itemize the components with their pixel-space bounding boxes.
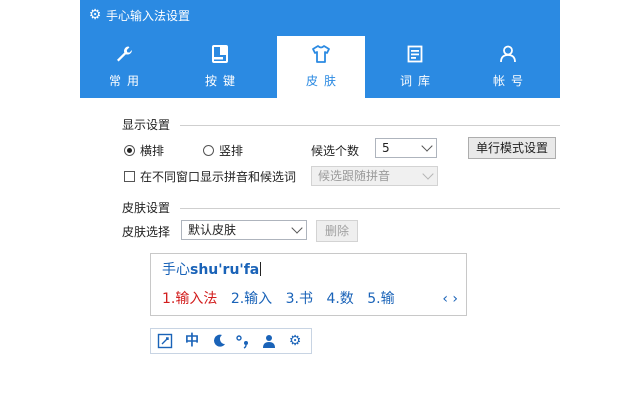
- edit-icon: [157, 333, 173, 349]
- candidate-count-label: 候选个数: [311, 144, 360, 158]
- skin-select[interactable]: 默认皮肤: [181, 220, 307, 240]
- section-divider: [180, 125, 560, 126]
- display-settings-title: 显示设置: [122, 118, 171, 132]
- moon-icon: [214, 334, 225, 347]
- gear-icon: ⚙: [88, 7, 102, 23]
- composition-prefix: 手心: [162, 262, 190, 278]
- single-mode-button[interactable]: 单行模式设置: [468, 137, 556, 159]
- candidate-item: 3.书: [285, 291, 313, 307]
- shirt-icon: [312, 45, 330, 63]
- chevron-down-icon: [422, 168, 434, 180]
- status-bar-preview: 中 ⚙: [150, 328, 312, 354]
- diff-window-label: 在不同窗口显示拼音和候选词: [140, 170, 297, 184]
- candidate-list: 1.输入法 2.输入 3.书 4.数 5.输: [162, 290, 404, 308]
- prev-page-icon: ‹: [442, 291, 448, 307]
- skin-select-label: 皮肤选择: [122, 225, 171, 239]
- skin-select-value: 默认皮肤: [188, 223, 237, 237]
- chevron-down-icon: [421, 140, 433, 152]
- diff-window-checkbox[interactable]: [124, 171, 135, 182]
- horizontal-radio[interactable]: [124, 145, 135, 156]
- window-title: 手心输入法设置: [106, 9, 191, 23]
- text-caret: [260, 262, 262, 276]
- tab-label: 常用: [108, 74, 145, 88]
- tab-common[interactable]: 常用: [80, 36, 168, 98]
- tab-dictionary[interactable]: 词库: [371, 36, 459, 98]
- delete-skin-button[interactable]: 删除: [316, 220, 358, 242]
- tab-bar: 常用 按键 皮肤 词库 帐号: [80, 32, 560, 98]
- vertical-radio[interactable]: [203, 145, 214, 156]
- horizontal-label: 横排: [140, 144, 165, 158]
- composition-pinyin: shu'ru'fa: [190, 262, 260, 278]
- follow-select-value: 候选跟随拼音: [318, 169, 391, 183]
- candidate-item: 1.输入法: [162, 291, 218, 307]
- tab-label: 词库: [399, 74, 436, 88]
- composition-text: 手心shu'ru'fa: [162, 261, 262, 279]
- candidate-item: 2.输入: [230, 291, 273, 307]
- chinese-mode-icon: 中: [185, 333, 199, 349]
- skin-settings-title: 皮肤设置: [122, 201, 171, 215]
- punctuation-icon: [236, 335, 248, 349]
- chevron-down-icon: [291, 222, 303, 234]
- section-divider: [180, 208, 560, 209]
- wrench-icon: [117, 46, 132, 62]
- follow-select[interactable]: 候选跟随拼音: [311, 166, 438, 186]
- tab-account[interactable]: 帐号: [464, 36, 552, 98]
- candidate-nav: ‹ ›: [442, 290, 458, 308]
- candidate-count-select[interactable]: 5: [375, 138, 437, 158]
- title-bar: ⚙ 手心输入法设置: [80, 0, 560, 32]
- vertical-label: 竖排: [219, 144, 244, 158]
- keyboard-icon: [212, 45, 228, 63]
- user-icon: [500, 45, 516, 63]
- user-icon: [263, 335, 275, 348]
- skin-preview: 手心shu'ru'fa 1.输入法 2.输入 3.书 4.数 5.输 ‹ ›: [150, 253, 467, 316]
- tab-label: 帐号: [492, 74, 529, 88]
- candidate-item: 4.数: [326, 291, 354, 307]
- book-icon: [407, 45, 423, 63]
- tab-keys[interactable]: 按键: [176, 36, 264, 98]
- tab-label: 皮肤: [305, 74, 342, 88]
- gear-icon: ⚙: [288, 333, 302, 349]
- candidate-count-value: 5: [382, 141, 390, 155]
- tab-label: 按键: [204, 74, 241, 88]
- next-page-icon: ›: [452, 291, 458, 307]
- tab-skin[interactable]: 皮肤: [277, 36, 365, 98]
- candidate-item: 5.输: [367, 291, 395, 307]
